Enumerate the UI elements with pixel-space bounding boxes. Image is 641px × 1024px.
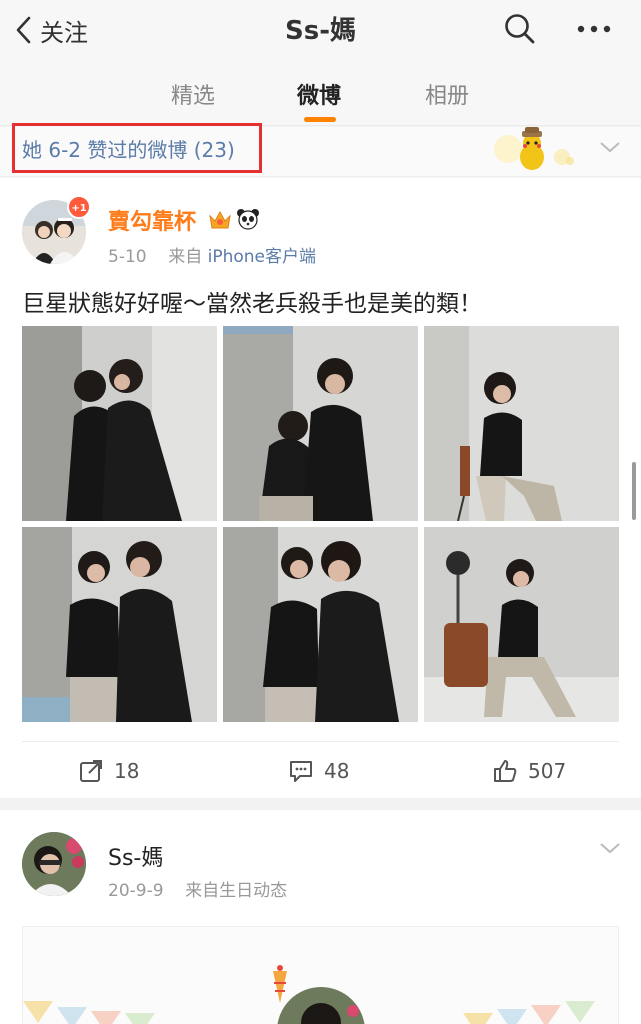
chevron-down-icon[interactable] [598,840,622,856]
panda-icon [237,209,259,230]
more-icon[interactable] [574,14,614,44]
avatar-image [22,832,86,896]
post-source: 来自生日动态 [185,881,288,901]
divider [22,741,619,742]
birthday-card-image[interactable] [22,926,619,1024]
post-card-2: Ss-媽 20-9-9 来自生日动态 [0,810,641,1024]
post-text: 巨星狀態好好喔～當然老兵殺手也是美的類！ [22,291,482,317]
post-date: 20-9-9 [108,881,164,901]
post-meta: 5-10 来自 iPhone客户端 [108,242,316,267]
like-button[interactable]: 507 [492,756,566,786]
comment-icon [290,761,312,782]
photo-2[interactable] [223,326,418,521]
tab-album[interactable]: 相册 [425,78,469,110]
repost-button[interactable]: 18 [78,756,139,786]
comment-count: 48 [324,759,350,783]
card-separator [0,798,641,810]
pikachu-sticker-icon [494,127,574,170]
liked-posts-label[interactable]: 她 6-2 赞过的微博 (23) [22,134,235,163]
photo-4[interactable] [22,527,217,722]
photo-6[interactable] [424,527,619,722]
like-count: 507 [528,759,567,783]
search-icon[interactable] [503,12,537,46]
post-username[interactable]: Ss-媽 [108,840,163,872]
repost-icon [80,760,102,782]
active-tab-indicator [304,117,336,122]
repost-count: 18 [114,759,140,783]
top-bar: 关注 Ss-媽 [0,0,641,60]
photo-grid [22,326,619,722]
tab-featured[interactable]: 精选 [171,78,215,110]
page-title: Ss-媽 [285,16,356,46]
post-card: +1 賣勾靠杯 5-10 来自 iPhone客户端 巨星狀態好好喔～當然老兵殺手… [0,178,641,798]
birthday-illustration [23,927,618,1024]
scrollbar[interactable] [632,462,636,520]
like-icon [494,760,517,782]
post-source-prefix: 来自 [168,247,203,267]
comment-button[interactable]: 48 [288,756,349,786]
avatar[interactable] [22,832,86,896]
liked-posts-bar[interactable]: 她 6-2 赞过的微博 (23) [0,123,641,177]
photo-5[interactable] [223,527,418,722]
tab-weibo[interactable]: 微博 [297,78,341,110]
photo-1[interactable] [22,326,217,521]
profile-tabs: 精选 微博 相册 [0,60,641,126]
crown-icon [209,210,231,229]
post-username[interactable]: 賣勾靠杯 [108,204,196,236]
photo-3[interactable] [424,326,619,521]
avatar-badge: +1 [67,195,91,219]
chevron-down-icon[interactable] [598,139,622,155]
post-source[interactable]: iPhone客户端 [208,247,316,267]
post-meta: 20-9-9 来自生日动态 [108,876,287,901]
weibo-profile-page: 关注 Ss-媽 精选 微博 相册 她 6-2 赞过的微博 (23) +1 賣勾靠… [0,0,641,1024]
post-date: 5-10 [108,247,147,267]
